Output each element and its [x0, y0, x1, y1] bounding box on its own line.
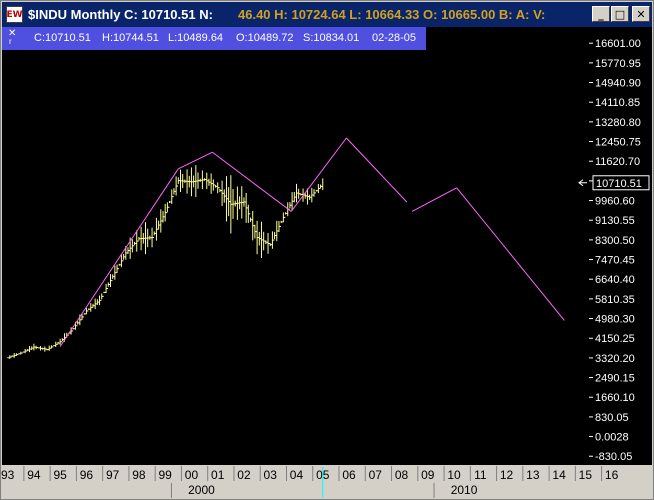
price-axis-label: 4150.25 — [595, 333, 635, 345]
price-axis-label: 6640.40 — [595, 274, 635, 286]
info-high-value: H:10744.51 — [102, 32, 159, 44]
price-chart[interactable]: 16601.00 15770.95 14940.90 14110.85 13280.80… — [1, 1, 654, 500]
price-axis-label: 830.05 — [595, 412, 629, 424]
time-axis-decade-label: 2000 — [188, 483, 215, 497]
projection-line — [59, 168, 179, 347]
info-date: 02-28-05 — [372, 32, 417, 44]
time-axis-label: 08 — [395, 468, 409, 482]
price-axis-label: 7470.45 — [595, 255, 635, 267]
time-axis-label: 96 — [80, 468, 94, 482]
info-close-value: C:10710.51 — [34, 32, 91, 44]
time-axis-label: 99 — [159, 468, 173, 482]
time-axis-label: 93 — [1, 468, 15, 482]
price-axis-label: 14940.90 — [595, 78, 641, 90]
price-axis-label: 0.0028 — [595, 432, 629, 444]
time-axis-label: 95 — [53, 468, 67, 482]
info-sub-marker: r — [9, 37, 12, 46]
price-axis-label: -830.05 — [595, 451, 632, 463]
projection-line — [346, 137, 408, 203]
price-axis-label: 4980.30 — [595, 314, 635, 326]
price-axis-label: 5810.35 — [595, 294, 635, 306]
price-bars — [7, 165, 324, 359]
chart-window: EW $INDU Monthly C: 10710.51 N: 46.40 H:… — [0, 0, 654, 500]
info-open-value: O:10489.72 — [236, 32, 294, 44]
price-axis-label: 11620.70 — [595, 156, 640, 168]
current-price-label: 10710.51 — [596, 178, 642, 190]
projection-line — [456, 187, 565, 321]
price-axis-label: 2490.15 — [595, 373, 635, 385]
time-axis-label: 09 — [421, 468, 435, 482]
time-axis-decade-label: 2010 — [451, 483, 478, 497]
time-axis-label: 94 — [27, 468, 41, 482]
price-axis-label: 9130.55 — [595, 215, 635, 227]
projection-line — [411, 187, 457, 212]
info-low-value: L:10489.64 — [168, 32, 224, 44]
time-axis-label: 01 — [211, 468, 225, 482]
time-axis: 93 94 95 96 97 98 99 00 01 02 03 04 05 06 07 08 09 10 11 12… — [1, 466, 619, 498]
time-axis-label: 02 — [237, 468, 251, 482]
time-axis-label: 00 — [185, 468, 199, 482]
time-axis-label: 12 — [500, 468, 514, 482]
price-axis-label: 8300.50 — [595, 235, 635, 247]
time-axis-label: 16 — [605, 468, 619, 482]
time-axis-label: 98 — [132, 468, 146, 482]
time-axis-label: 07 — [369, 468, 383, 482]
projection-lines — [59, 137, 565, 347]
price-axis-label: 12450.75 — [595, 137, 641, 149]
price-axis-label: 14110.85 — [595, 97, 640, 109]
projection-line — [290, 137, 347, 212]
time-axis-label: 11 — [474, 468, 487, 482]
time-axis-label: 03 — [264, 468, 278, 482]
data-info-bar[interactable]: ✕ r C:10710.51 H:10744.51 L:10489.64 O:1… — [2, 27, 426, 50]
price-axis-label: 1660.10 — [595, 392, 635, 404]
price-axis-label: 15770.95 — [595, 58, 641, 70]
time-axis-label: 97 — [106, 468, 120, 482]
time-axis-label: 06 — [342, 468, 356, 482]
time-axis-label: 15 — [579, 468, 593, 482]
time-axis-label: 14 — [552, 468, 566, 482]
time-axis-label: 13 — [526, 468, 540, 482]
time-axis-label: 04 — [290, 468, 304, 482]
price-axis-label: 3320.20 — [595, 353, 635, 365]
current-price-arrow-icon — [578, 179, 587, 187]
price-axis-label: 16601.00 — [595, 38, 641, 50]
info-s-value: S:10834.01 — [303, 32, 360, 44]
price-axis-label: 9960.60 — [595, 196, 635, 208]
price-axis: 16601.00 15770.95 14940.90 14110.85 13280.80… — [578, 38, 650, 463]
time-axis-label: 10 — [447, 468, 461, 482]
price-axis-label: 13280.80 — [595, 117, 641, 129]
